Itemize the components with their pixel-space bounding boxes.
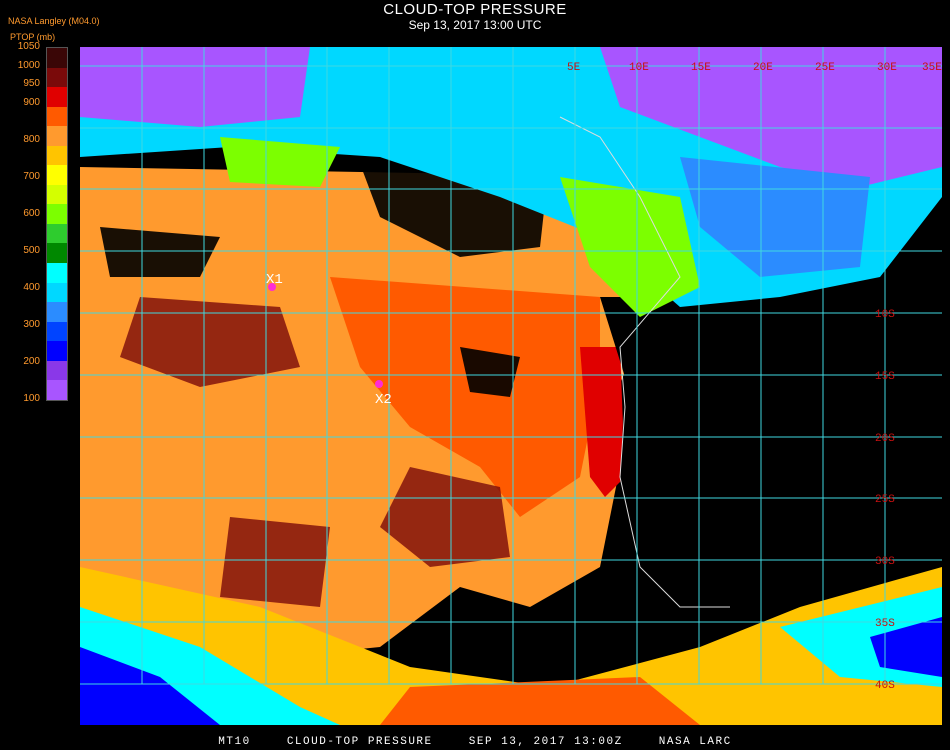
organization-label: NASA Langley (M04.0)	[8, 16, 100, 26]
legend-tick-label: 100	[23, 393, 40, 404]
latitude-label: 30S	[875, 556, 895, 568]
legend-tick-label: 400	[23, 281, 40, 293]
legend-swatch	[47, 106, 67, 127]
footer-product: CLOUD-TOP PRESSURE	[286, 736, 433, 748]
longitude-label: 35E	[922, 62, 942, 74]
satellite-map: 10S 15S 20S 25S 30S 35S 40S 5E 10E 15E 20E 25E 30E 3…	[80, 47, 942, 725]
legend-swatch	[47, 223, 67, 244]
longitude-label: 30E	[877, 62, 897, 74]
legend-swatch	[47, 165, 67, 185]
page-title: CLOUD-TOP PRESSURE	[383, 1, 567, 18]
legend-swatch	[47, 263, 67, 283]
legend-swatch	[47, 67, 67, 88]
footer-bar: MT10 CLOUD-TOP PRESSURE SEP 13, 2017 13:…	[0, 736, 950, 748]
legend-swatch	[47, 282, 67, 303]
legend-tick-label: 950	[23, 78, 40, 90]
longitude-label: 10E	[629, 62, 649, 74]
datetime-subtitle: Sep 13, 2017 13:00 UTC	[408, 18, 542, 32]
legend-tick-label: 500	[23, 244, 40, 256]
latitude-label: 15S	[875, 371, 895, 383]
legend-tick-label: 1000	[17, 59, 40, 71]
footer-source: NASA LARC	[658, 736, 732, 748]
legend-tick-label: 600	[23, 207, 40, 219]
latitude-label: 25S	[875, 494, 895, 506]
legend-tick-label: 300	[23, 318, 40, 330]
legend-tick-label: 900	[23, 96, 40, 108]
legend-swatch	[47, 184, 67, 205]
latitude-label: 10S	[875, 309, 895, 321]
legend-swatch	[47, 87, 67, 107]
longitude-label: 20E	[753, 62, 773, 74]
footer-satellite: MT10	[218, 736, 251, 748]
legend-tick-label: 1050	[17, 41, 40, 52]
legend-swatch	[47, 380, 67, 400]
legend-swatch	[47, 145, 67, 166]
marker-x2-dot	[375, 380, 383, 388]
legend-swatch	[47, 360, 67, 381]
map-title-block: CLOUD-TOP PRESSURE Sep 13, 2017 13:00 UT…	[0, 1, 950, 33]
legend-swatch	[47, 302, 67, 322]
legend-swatch	[47, 321, 67, 342]
marker-x2-label: X2	[375, 392, 392, 408]
legend-tick-label: 200	[23, 355, 40, 367]
legend-swatch	[47, 204, 67, 224]
legend-swatch	[47, 48, 67, 68]
latitude-label: 35S	[875, 618, 895, 630]
legend-swatch	[47, 243, 67, 264]
color-legend	[46, 47, 68, 401]
legend-swatch	[47, 126, 67, 146]
marker-x1-label: X1	[266, 272, 283, 288]
longitude-label: 5E	[567, 62, 581, 74]
legend-swatch	[47, 341, 67, 361]
legend-tick-label: 800	[23, 133, 40, 145]
longitude-label: 25E	[815, 62, 835, 74]
latitude-label: 20S	[875, 433, 895, 445]
latitude-label: 40S	[875, 680, 895, 692]
footer-date: SEP 13, 2017 13:00Z	[468, 736, 623, 748]
longitude-label: 15E	[691, 62, 711, 74]
legend-tick-label: 700	[23, 170, 40, 182]
